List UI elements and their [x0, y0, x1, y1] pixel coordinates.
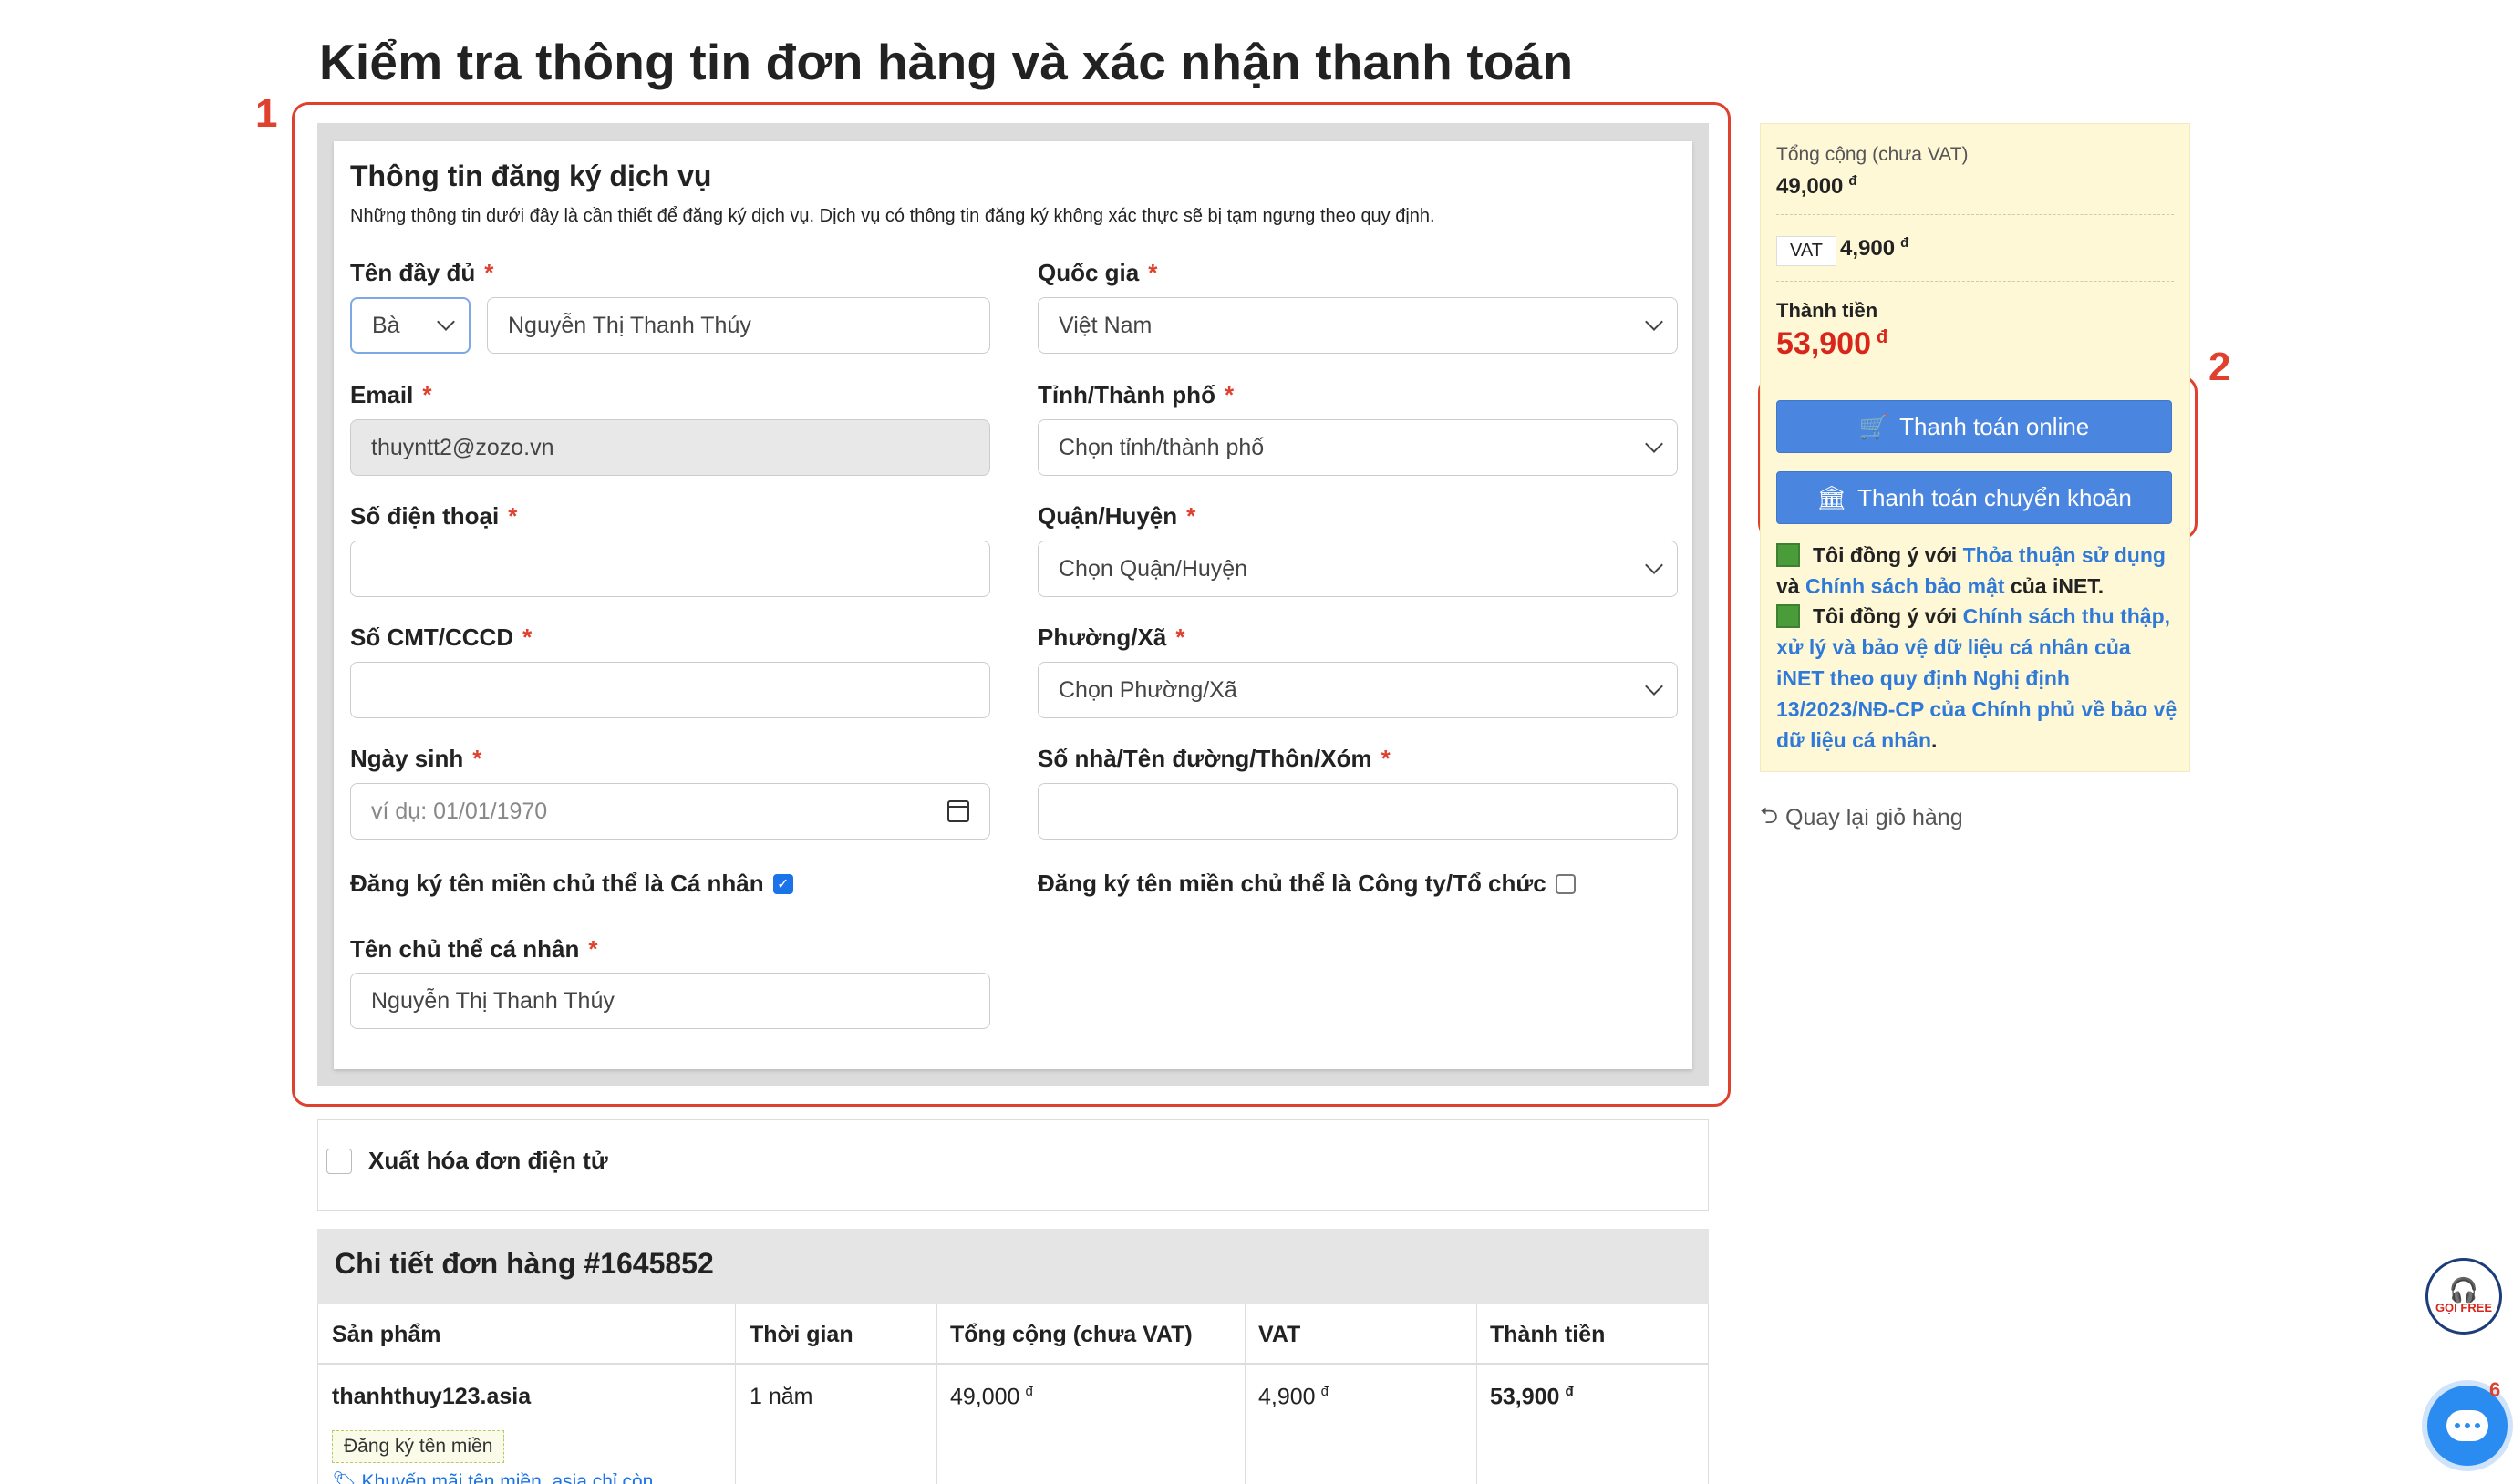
column-header-vat: VAT	[1258, 1322, 1301, 1347]
column-header-subtotal: Tổng cộng (chưa VAT)	[950, 1322, 1193, 1347]
summary-subtotal-value: 49,000 đ	[1776, 173, 1857, 199]
step-1-marker: 1	[255, 91, 278, 136]
registration-card	[334, 141, 1692, 1069]
summary-total-value: 53,900 đ	[1776, 326, 1888, 361]
return-arrow-icon: ⮌	[1760, 803, 1779, 829]
summary-subtotal-label: Tổng cộng (chưa VAT)	[1776, 144, 1969, 165]
register-personal-option[interactable]: Đăng ký tên miền chủ thể là Cá nhân ✓	[350, 870, 793, 898]
phone-label: Số điện thoại *	[350, 502, 518, 530]
address-input[interactable]	[1038, 783, 1678, 840]
province-label: Tỉnh/Thành phố *	[1038, 381, 1235, 408]
column-divider	[1245, 1304, 1246, 1484]
email-field[interactable]: thuyntt2@zozo.vn	[350, 419, 990, 476]
agree-data-policy[interactable]: Tôi đồng ý với Chính sách thu thập, xử l…	[1776, 601, 2177, 756]
id-number-input[interactable]	[350, 662, 990, 718]
promo-link[interactable]: 🏷 Khuyến mãi tên miền .asia chỉ còn	[332, 1471, 653, 1484]
birthday-label: Ngày sinh *	[350, 745, 482, 772]
agree-data-checkbox[interactable]	[1776, 604, 1800, 628]
agree-terms-checkbox[interactable]	[1776, 543, 1800, 567]
district-select[interactable]: Chọn Quận/Huyện	[1038, 541, 1678, 597]
product-name: thanhthuy123.asia	[332, 1384, 532, 1409]
free-call-widget[interactable]: 🎧 GỌI FREE	[2425, 1258, 2502, 1335]
district-label: Quận/Huyện *	[1038, 502, 1196, 530]
duration-value: 1 năm	[750, 1384, 813, 1409]
register-company-checkbox[interactable]	[1555, 873, 1576, 894]
column-divider	[1476, 1304, 1477, 1484]
column-divider	[936, 1304, 937, 1484]
bank-icon: 🏛	[1816, 483, 1847, 511]
terms-of-use-link[interactable]: Thỏa thuận sử dụng	[1963, 543, 2166, 567]
privacy-policy-link[interactable]: Chính sách bảo mật	[1805, 574, 2005, 598]
summary-divider	[1776, 214, 2174, 215]
full-name-label: Tên đầy đủ *	[350, 259, 494, 286]
vat-value: 4,900 đ	[1258, 1384, 1329, 1410]
summary-vat-value: 4,900 đ	[1840, 235, 1909, 261]
chevron-down-icon	[1645, 556, 1663, 574]
invoice-checkbox[interactable]	[326, 1148, 352, 1174]
calendar-icon	[946, 800, 969, 822]
phone-input[interactable]	[350, 541, 990, 597]
column-divider	[735, 1304, 736, 1484]
ward-label: Phường/Xã *	[1038, 623, 1185, 651]
chevron-down-icon	[1645, 313, 1663, 331]
chevron-down-icon	[437, 313, 455, 331]
salutation-select[interactable]: Bà	[350, 297, 471, 354]
chevron-down-icon	[1645, 677, 1663, 696]
registration-title: Thông tin đăng ký dịch vụ	[350, 160, 712, 192]
register-company-option[interactable]: Đăng ký tên miền chủ thể là Công ty/Tổ c…	[1038, 870, 1576, 898]
column-header-total: Thành tiền	[1490, 1322, 1606, 1347]
pay-transfer-button[interactable]: 🏛 Thanh toán chuyển khoản	[1776, 471, 2172, 524]
page-title: Kiểm tra thông tin đơn hàng và xác nhận …	[319, 34, 1574, 90]
chat-notification-badge: 6	[2489, 1378, 2501, 1401]
headset-icon: 🎧	[2448, 1276, 2479, 1304]
subtotal-value: 49,000 đ	[950, 1384, 1033, 1410]
id-number-label: Số CMT/CCCD *	[350, 623, 533, 651]
product-type-tag: Đăng ký tên miền	[332, 1430, 505, 1463]
order-title: Chi tiết đơn hàng #1645852	[335, 1247, 714, 1280]
calendar-button[interactable]	[926, 783, 990, 840]
total-value: 53,900 đ	[1490, 1384, 1574, 1410]
birthday-input[interactable]: ví dụ: 01/01/1970	[350, 783, 928, 840]
country-label: Quốc gia *	[1038, 259, 1158, 286]
owner-name-input[interactable]: Nguyễn Thị Thanh Thúy	[350, 973, 990, 1029]
column-header-duration: Thời gian	[750, 1322, 853, 1347]
pay-online-button[interactable]: 🛒 Thanh toán online	[1776, 400, 2172, 453]
step-2-marker: 2	[2208, 345, 2231, 389]
chevron-down-icon	[1645, 435, 1663, 453]
ward-select[interactable]: Chọn Phường/Xã	[1038, 662, 1678, 718]
full-name-input[interactable]: Nguyễn Thị Thanh Thúy	[487, 297, 990, 354]
country-select[interactable]: Việt Nam	[1038, 297, 1678, 354]
column-header-product: Sản phẩm	[332, 1322, 441, 1347]
back-to-cart-link[interactable]: ⮌ Quay lại giỏ hàng	[1760, 799, 1963, 838]
owner-name-label: Tên chủ thể cá nhân *	[350, 935, 598, 963]
invoice-option[interactable]: Xuất hóa đơn điện tử	[326, 1147, 608, 1175]
register-personal-checkbox[interactable]: ✓	[772, 873, 793, 894]
agree-terms[interactable]: Tôi đồng ý với Thỏa thuận sử dụng và Chí…	[1776, 540, 2177, 602]
registration-description: Những thông tin dưới đây là cần thiết để…	[350, 206, 1435, 226]
summary-total-label: Thành tiền	[1776, 299, 1878, 322]
province-select[interactable]: Chọn tỉnh/thành phố	[1038, 419, 1678, 476]
address-label: Số nhà/Tên đường/Thôn/Xóm *	[1038, 745, 1391, 772]
vat-badge: VAT	[1776, 236, 1836, 266]
cart-icon: 🛒	[1858, 412, 1889, 440]
email-label: Email *	[350, 381, 432, 408]
invoice-label: Xuất hóa đơn điện tử	[368, 1147, 608, 1174]
summary-divider	[1776, 281, 2174, 282]
chat-icon	[2446, 1410, 2488, 1441]
